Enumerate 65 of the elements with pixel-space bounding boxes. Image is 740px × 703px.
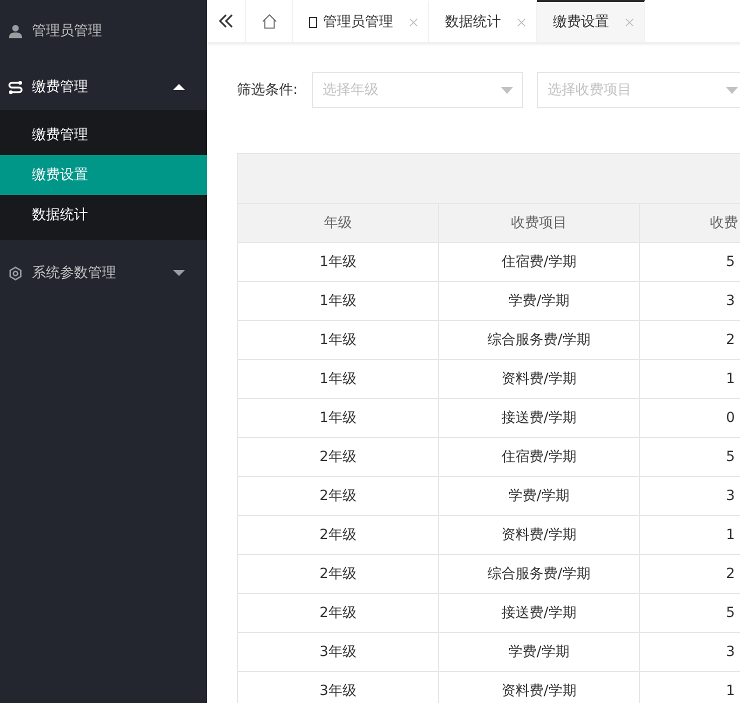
table-cell: 1 [640, 672, 740, 703]
sidebar-item[interactable]: 缴费管理 [0, 64, 207, 110]
table-cell: 3 [640, 477, 740, 515]
sidebar-item[interactable]: 管理员管理 [0, 8, 207, 54]
table-cell: 学费/学期 [439, 282, 640, 320]
column-header: 收费项目 [439, 204, 640, 242]
tab-label: 数据统计 [445, 13, 501, 31]
table-cell: 住宿费/学期 [439, 243, 640, 281]
sidebar-item[interactable]: 系统参数管理 [0, 250, 207, 296]
person-icon [8, 24, 23, 38]
column-header: 年级 [238, 204, 439, 242]
table-cell: 5 [640, 594, 740, 632]
dropdown-caret-icon [726, 87, 738, 94]
table-cell: 住宿费/学期 [439, 438, 640, 476]
close-icon[interactable] [409, 18, 418, 26]
sidebar-subitem[interactable]: 缴费设置 [0, 155, 207, 195]
table-cell: 接送费/学期 [439, 594, 640, 632]
table-cell: 3 [640, 282, 740, 320]
table-cell: 1年级 [238, 399, 439, 437]
close-icon[interactable] [517, 18, 526, 26]
collapse-button[interactable] [207, 0, 246, 42]
select-field[interactable]: 选择收费项目 [536, 72, 740, 108]
sidebar-subitem[interactable]: 数据统计 [0, 195, 207, 235]
table-cell: 1年级 [238, 321, 439, 359]
close-icon[interactable] [625, 18, 634, 26]
table-cell: 1年级 [238, 243, 439, 281]
table-cell: 2年级 [238, 477, 439, 515]
table-cell: 2年级 [238, 555, 439, 593]
dropdown-caret-icon [500, 87, 513, 94]
table-cell: 1年级 [238, 282, 439, 320]
sidebar-subitem[interactable]: 缴费管理 [0, 115, 207, 155]
table-cell: 1年级 [238, 360, 439, 398]
table-cell: 5 [640, 243, 740, 281]
table-cell: 接送费/学期 [439, 399, 640, 437]
filter-label: 筛选条件: [237, 81, 298, 99]
table-cell: 学费/学期 [439, 633, 640, 671]
table-cell: 3年级 [238, 672, 439, 703]
table-cell: 1 [640, 516, 740, 554]
home-icon [260, 12, 278, 30]
tab[interactable]: 缴费设置 [537, 0, 645, 42]
table-cell: 2年级 [238, 438, 439, 476]
table-cell: 3年级 [238, 633, 439, 671]
table-cell: 综合服务费/学期 [439, 555, 640, 593]
double-chevron-icon [218, 13, 234, 29]
table-cell: 0 [640, 399, 740, 437]
column-header: 收费 [640, 204, 740, 242]
table-cell: 资料费/学期 [439, 360, 640, 398]
flow-icon [8, 80, 23, 94]
table-cell: 2 [640, 321, 740, 359]
table-cell: 3 [640, 633, 740, 671]
table-cell: 2年级 [238, 516, 439, 554]
square-icon [309, 16, 317, 28]
tab-label: 缴费设置 [553, 13, 609, 31]
gear-icon [8, 266, 23, 280]
table-cell: 学费/学期 [439, 477, 640, 515]
tab[interactable]: 管理员管理 [293, 0, 429, 42]
table-cell: 2 [640, 555, 740, 593]
table-cell: 综合服务费/学期 [439, 321, 640, 359]
table-cell: 资料费/学期 [439, 672, 640, 703]
table-cell: 1 [640, 360, 740, 398]
table-cell: 资料费/学期 [439, 516, 640, 554]
tab-label: 管理员管理 [323, 13, 393, 31]
select-field[interactable]: 选择年级 [312, 72, 523, 108]
table-cell: 5 [640, 438, 740, 476]
table-cell: 2年级 [238, 594, 439, 632]
